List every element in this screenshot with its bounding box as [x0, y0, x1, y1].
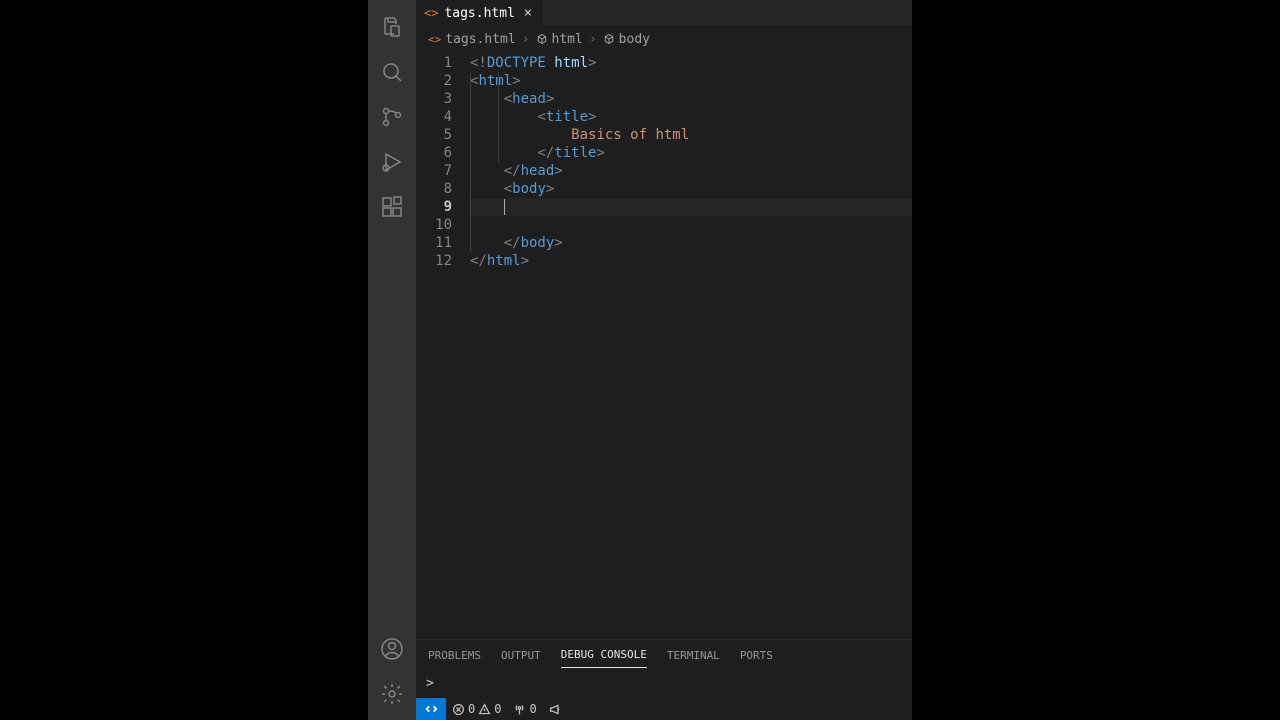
breadcrumb-html[interactable]: html — [536, 32, 583, 47]
status-errors-count: 0 — [468, 702, 475, 716]
line-number: 5 — [416, 126, 452, 144]
tab-problems[interactable]: PROBLEMS — [428, 643, 481, 668]
breadcrumb-label: body — [619, 32, 650, 47]
status-errors[interactable]: 0 0 — [446, 702, 507, 716]
code-line[interactable]: </body> — [470, 234, 912, 252]
code-line[interactable] — [470, 216, 912, 234]
symbol-icon — [603, 33, 615, 45]
line-number: 8 — [416, 180, 452, 198]
debug-prompt: > — [426, 676, 434, 691]
chevron-right-icon: › — [522, 32, 530, 47]
line-number: 1 — [416, 54, 452, 72]
html-file-icon: <> — [428, 33, 441, 46]
tab-bar: <> tags.html × — [416, 0, 912, 26]
run-debug-icon[interactable] — [368, 139, 416, 184]
extensions-icon[interactable] — [368, 184, 416, 229]
megaphone-icon — [549, 703, 562, 716]
source-control-icon[interactable] — [368, 94, 416, 139]
status-bar: 0 0 0 — [416, 698, 912, 720]
line-number: 10 — [416, 216, 452, 234]
tab-ports[interactable]: PORTS — [740, 643, 773, 668]
warning-icon — [478, 703, 491, 716]
line-number: 3 — [416, 90, 452, 108]
tab-terminal[interactable]: TERMINAL — [667, 643, 720, 668]
text-cursor — [504, 199, 505, 215]
code-line[interactable]: </head> — [470, 162, 912, 180]
close-icon[interactable]: × — [521, 5, 535, 21]
tab-label: tags.html — [444, 6, 514, 21]
breadcrumb-body[interactable]: body — [603, 32, 650, 47]
activity-bar — [368, 0, 416, 720]
tab-debug-console[interactable]: DEBUG CONSOLE — [561, 642, 647, 668]
settings-gear-icon[interactable] — [368, 671, 416, 716]
code-line[interactable]: </title> — [470, 144, 912, 162]
line-number: 11 — [416, 234, 452, 252]
code-line[interactable]: Basics of html — [470, 126, 912, 144]
line-number: 6 — [416, 144, 452, 162]
remote-button[interactable] — [416, 698, 446, 720]
debug-console-body[interactable]: > — [416, 670, 912, 698]
vscode-window: <> tags.html × <> tags.html › html › bod… — [368, 0, 912, 720]
code-line[interactable]: <title> — [470, 108, 912, 126]
breadcrumb: <> tags.html › html › body — [416, 26, 912, 52]
panel-tabs: PROBLEMS OUTPUT DEBUG CONSOLE TERMINAL P… — [416, 640, 912, 670]
code-line[interactable]: <head> — [470, 90, 912, 108]
code-line[interactable]: </html> — [470, 252, 912, 270]
code-line[interactable] — [470, 198, 912, 216]
line-number: 12 — [416, 252, 452, 270]
line-number: 9 — [416, 198, 452, 216]
main-area: <> tags.html × <> tags.html › html › bod… — [416, 0, 912, 720]
explorer-icon[interactable] — [368, 4, 416, 49]
chevron-right-icon: › — [589, 32, 597, 47]
code-line[interactable]: <body> — [470, 180, 912, 198]
breadcrumb-label: tags.html — [445, 32, 515, 47]
html-file-icon: <> — [424, 6, 438, 20]
status-warnings-count: 0 — [494, 702, 501, 716]
tab-tags-html[interactable]: <> tags.html × — [416, 0, 543, 26]
status-feedback[interactable] — [543, 703, 568, 716]
error-icon — [452, 703, 465, 716]
line-number: 2 — [416, 72, 452, 90]
accounts-icon[interactable] — [368, 626, 416, 671]
code-line[interactable]: <!DOCTYPE html> — [470, 54, 912, 72]
editor[interactable]: 123456789101112 <!DOCTYPE html><html> <h… — [416, 52, 912, 639]
tab-output[interactable]: OUTPUT — [501, 643, 541, 668]
line-number: 4 — [416, 108, 452, 126]
symbol-icon — [536, 33, 548, 45]
search-icon[interactable] — [368, 49, 416, 94]
bottom-panel: PROBLEMS OUTPUT DEBUG CONSOLE TERMINAL P… — [416, 639, 912, 698]
code-line[interactable]: <html> — [470, 72, 912, 90]
status-ports[interactable]: 0 — [507, 702, 542, 716]
line-gutter: 123456789101112 — [416, 54, 470, 639]
status-ports-count: 0 — [529, 702, 536, 716]
breadcrumb-label: html — [552, 32, 583, 47]
breadcrumb-file[interactable]: <> tags.html — [428, 32, 516, 47]
line-number: 7 — [416, 162, 452, 180]
code-area[interactable]: <!DOCTYPE html><html> <head> <title> Bas… — [470, 54, 912, 639]
radio-tower-icon — [513, 703, 526, 716]
